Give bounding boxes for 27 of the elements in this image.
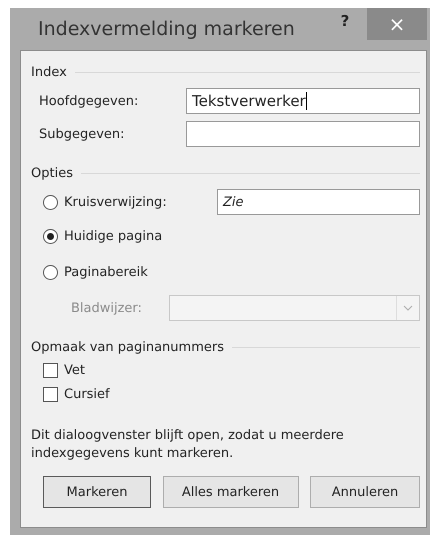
- field-label: Subgegeven:: [39, 126, 126, 142]
- checkbox[interactable]: [43, 387, 58, 402]
- input-field[interactable]: [186, 121, 420, 147]
- chevron-down-icon: [403, 305, 413, 311]
- info-text: Dit dialoogvenster blijft open, zodat u meerdere indexgegevens kunt markeren.: [31, 427, 345, 462]
- help-button[interactable]: ?: [333, 8, 357, 30]
- field-label: Bladwijzer:: [71, 300, 143, 316]
- field-label: Hoofdgegeven:: [39, 94, 140, 108]
- checkbox-label: Vet: [64, 363, 85, 378]
- input-field[interactable]: Zie: [217, 189, 420, 215]
- radio-button[interactable]: [43, 264, 58, 280]
- dialog-button[interactable]: Alles markeren: [162, 476, 298, 508]
- checkbox-label: Cursief: [64, 387, 110, 402]
- input-field[interactable]: Tekstverwerker: [186, 88, 420, 114]
- window-title: Indexvermelding markeren: [37, 17, 296, 40]
- section-heading: Opmaak van paginanummers: [31, 340, 224, 355]
- text-caret: [306, 92, 307, 110]
- radio-button[interactable]: [43, 194, 58, 210]
- section-heading: Index: [31, 65, 67, 80]
- option-label: Paginabereik: [64, 264, 148, 280]
- checkbox[interactable]: [43, 363, 58, 378]
- section-heading: Opties: [31, 166, 73, 181]
- option-label: Kruisverwijzing:: [64, 194, 168, 210]
- option-label: Huidige pagina: [64, 228, 162, 244]
- dialog-button[interactable]: Annuleren: [310, 476, 420, 508]
- dialog-button[interactable]: Markeren: [43, 476, 151, 508]
- radio-button[interactable]: [43, 228, 58, 244]
